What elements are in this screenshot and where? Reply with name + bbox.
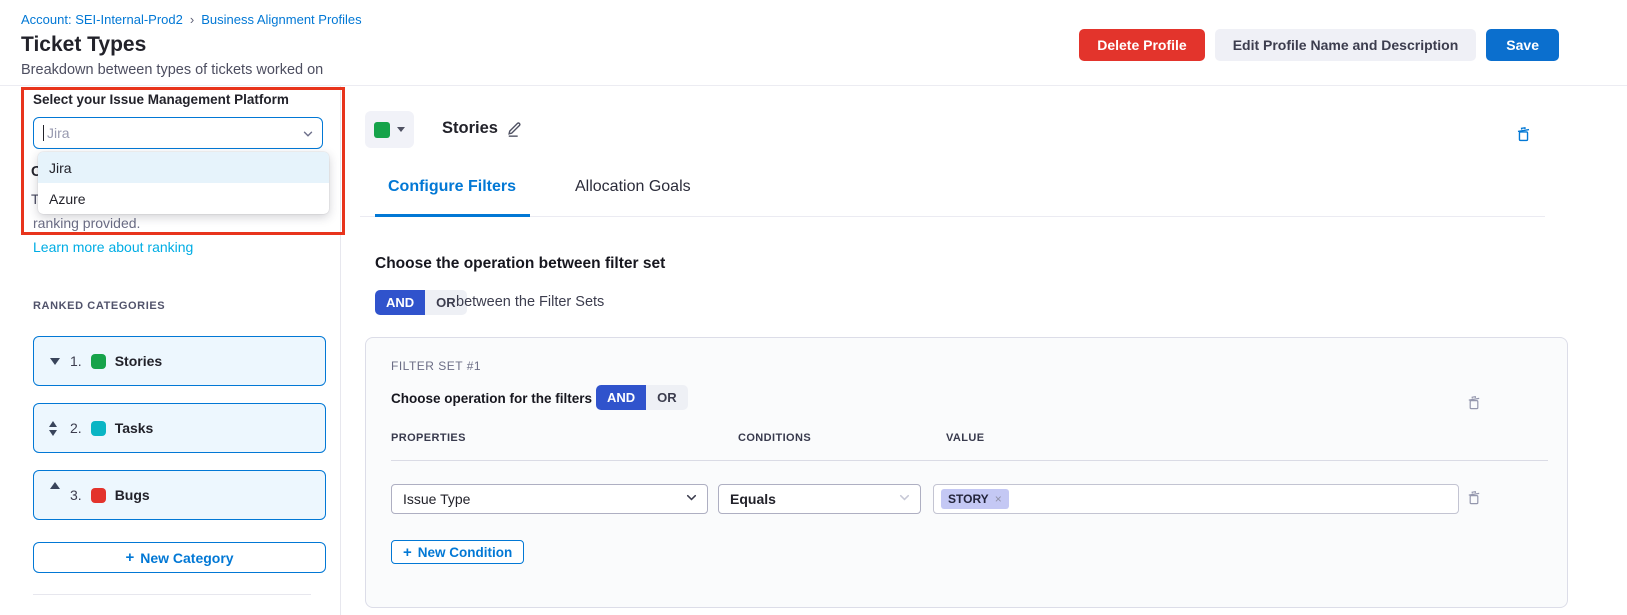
and-toggle[interactable]: AND [375, 290, 425, 315]
active-tab-underline [375, 214, 530, 217]
tab-allocation-goals[interactable]: Allocation Goals [575, 178, 691, 196]
delete-profile-button[interactable]: Delete Profile [1079, 29, 1204, 61]
category-color-picker[interactable] [365, 111, 414, 148]
chevron-down-icon [685, 491, 698, 507]
page-subtitle: Breakdown between types of tickets worke… [21, 62, 323, 78]
condition-select-value: Equals [730, 491, 776, 507]
header-actions: Delete Profile Edit Profile Name and Des… [1079, 29, 1559, 61]
caret-down-icon [397, 127, 405, 132]
filter-set-title: FILTER SET #1 [391, 359, 481, 373]
value-tag: STORY × [941, 489, 1009, 509]
ranked-categories-heading: RANKED CATEGORIES [33, 300, 165, 312]
text-cursor [43, 125, 44, 141]
learn-more-link[interactable]: Learn more about ranking [33, 239, 193, 255]
filters-operation-label: Choose operation for the filters [391, 391, 592, 406]
filter-sets-operator-toggle: AND OR [375, 290, 467, 315]
filter-operation-heading: Choose the operation between filter set [375, 255, 665, 273]
edit-icon[interactable] [506, 120, 523, 142]
category-name-title: Stories [442, 119, 498, 138]
new-condition-label: New Condition [418, 545, 513, 560]
category-rank: 3. [70, 487, 82, 503]
columns-divider [391, 460, 1548, 461]
sort-down-icon[interactable] [49, 358, 61, 365]
breadcrumb: Account: SEI-Internal-Prod2 › Business A… [21, 12, 362, 27]
platform-dropdown-menu: Jira Azure [38, 152, 329, 214]
platform-select[interactable] [33, 117, 323, 149]
category-label: Stories [115, 353, 162, 369]
category-label: Bugs [115, 487, 150, 503]
breadcrumb-separator-icon: › [190, 12, 194, 27]
filters-operator-toggle: AND OR [596, 385, 688, 410]
edit-profile-button[interactable]: Edit Profile Name and Description [1215, 29, 1477, 61]
category-rank: 1. [70, 353, 82, 369]
tab-configure-filters[interactable]: Configure Filters [388, 178, 516, 196]
plus-icon: + [403, 545, 412, 560]
sidebar-bottom-divider [33, 594, 311, 595]
delete-filter-set-trash-icon[interactable] [1466, 395, 1482, 416]
category-card-tasks[interactable]: 2. Tasks [33, 403, 326, 453]
category-color-dot [91, 488, 106, 503]
category-label: Tasks [115, 420, 154, 436]
category-card-bugs[interactable]: 3. Bugs [33, 470, 326, 520]
platform-select-input[interactable] [33, 117, 323, 149]
column-header-properties: PROPERTIES [391, 432, 466, 444]
header-divider [0, 85, 1627, 86]
dropdown-option-azure[interactable]: Azure [38, 183, 329, 214]
value-tag-label: STORY [948, 492, 989, 506]
filter-set-card: FILTER SET #1 Choose operation for the f… [365, 337, 1568, 608]
color-swatch [374, 122, 390, 138]
category-card-stories[interactable]: 1. Stories [33, 336, 326, 386]
column-header-value: VALUE [946, 432, 984, 444]
sort-both-icon[interactable] [49, 421, 61, 436]
operator-caption: between the Filter Sets [456, 294, 604, 310]
delete-category-trash-icon[interactable] [1515, 126, 1532, 148]
property-select[interactable]: Issue Type [391, 484, 708, 514]
breadcrumb-account-link[interactable]: Account: SEI-Internal-Prod2 [21, 12, 183, 27]
platform-select-label: Select your Issue Management Platform [33, 92, 289, 107]
ranking-provided-text: ranking provided. [33, 215, 140, 231]
save-button[interactable]: Save [1486, 29, 1559, 61]
page-title: Ticket Types [21, 33, 146, 57]
tabs-divider [360, 216, 1545, 217]
category-rank: 2. [70, 420, 82, 436]
or-toggle[interactable]: OR [646, 385, 688, 410]
plus-icon: + [125, 550, 134, 565]
value-input[interactable]: STORY × [933, 484, 1459, 514]
delete-condition-trash-icon[interactable] [1466, 490, 1482, 511]
chevron-down-icon [302, 127, 314, 145]
and-toggle[interactable]: AND [596, 385, 646, 410]
new-category-label: New Category [140, 550, 233, 566]
category-color-dot [91, 354, 106, 369]
column-header-conditions: CONDITIONS [738, 432, 811, 444]
remove-tag-icon[interactable]: × [995, 492, 1002, 506]
property-select-value: Issue Type [403, 491, 470, 507]
breadcrumb-profiles-link[interactable]: Business Alignment Profiles [201, 12, 361, 27]
sidebar-divider [340, 86, 341, 615]
sort-up-icon[interactable] [49, 482, 61, 489]
new-category-button[interactable]: + New Category [33, 542, 326, 573]
new-condition-button[interactable]: + New Condition [391, 540, 524, 564]
category-color-dot [91, 421, 106, 436]
condition-select[interactable]: Equals [718, 484, 921, 514]
chevron-down-icon [898, 491, 911, 507]
dropdown-option-jira[interactable]: Jira [38, 152, 329, 183]
